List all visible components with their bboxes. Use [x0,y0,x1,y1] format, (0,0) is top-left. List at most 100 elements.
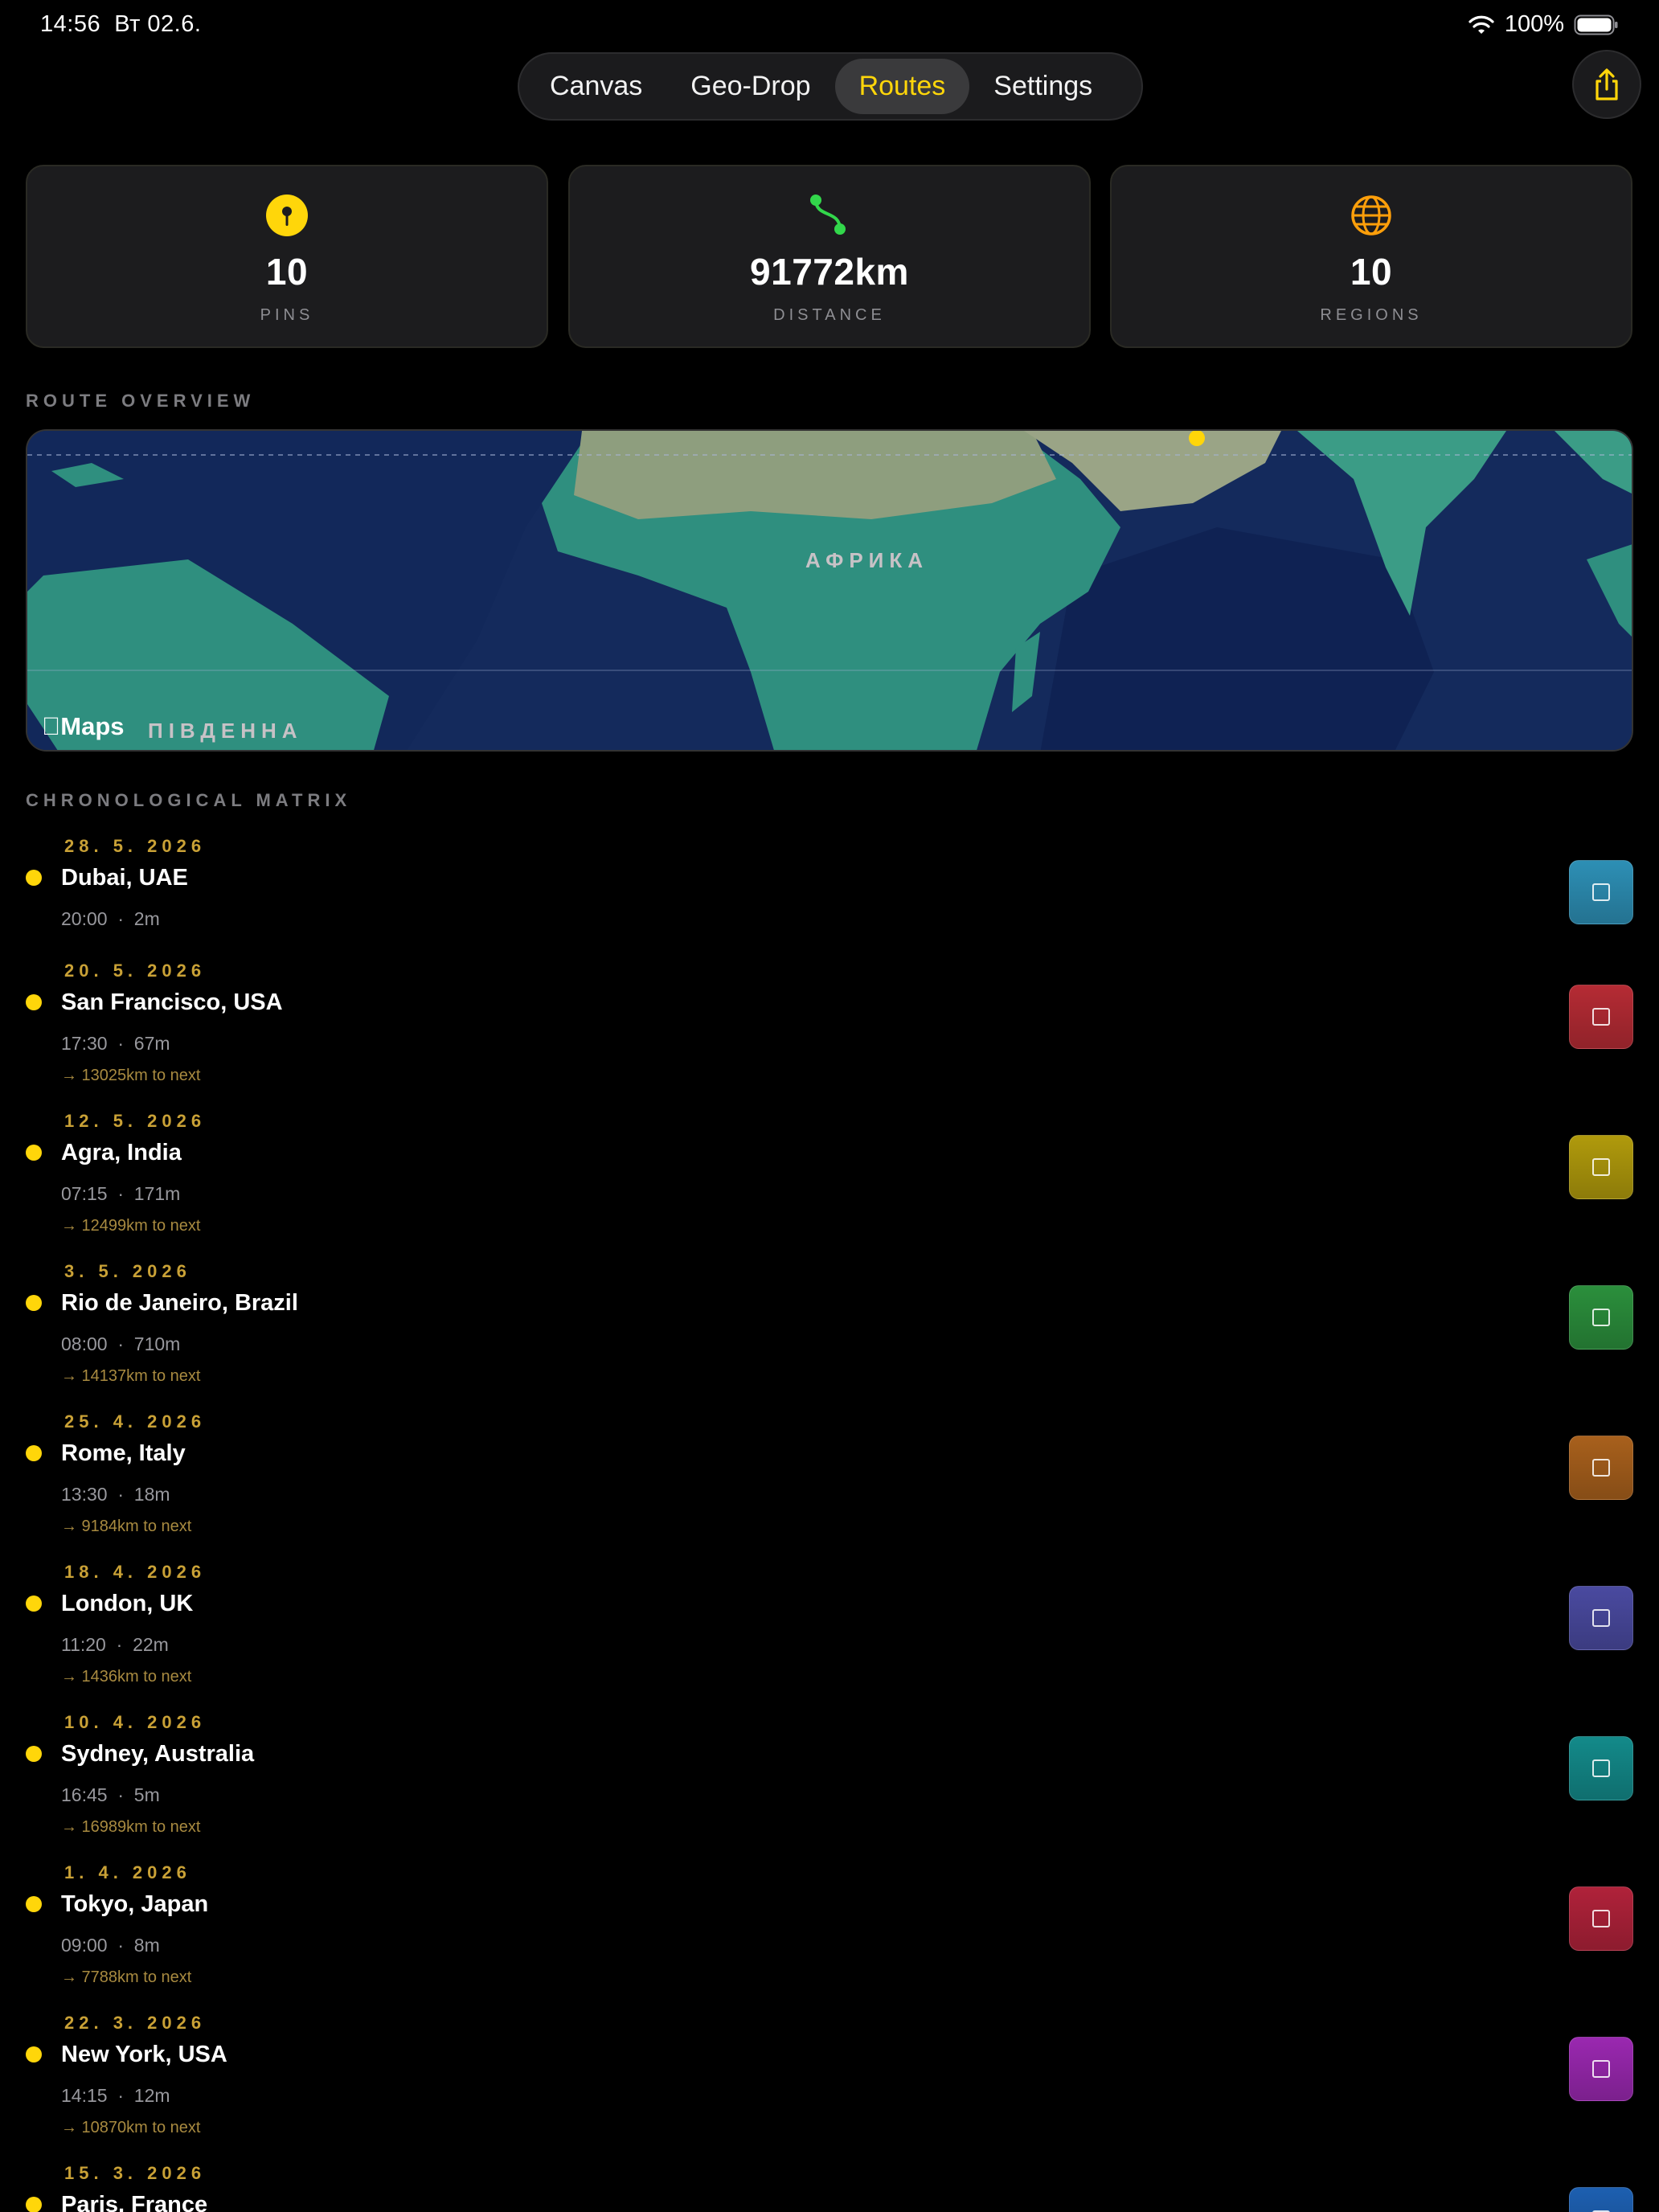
entry-distance-to-next: → 7788km to next [61,1968,192,1986]
entry-thumbnail[interactable] [1569,1285,1633,1350]
timeline-dot [26,1896,42,1912]
entry-time-duration: 13:30 · 18m [61,1484,170,1505]
map-canvas [27,431,1632,750]
battery-icon [1574,14,1618,35]
tab-routes[interactable]: Routes [834,59,970,114]
entry-city: Dubai, UAE [61,865,188,891]
tab-canvas[interactable]: Canvas [526,59,666,114]
entry-time-duration: 09:00 · 8m [61,1935,160,1956]
stat-label-distance: DISTANCE [773,306,886,324]
entry-city: Agra, India [61,1140,182,1165]
entry-city: San Francisco, USA [61,989,283,1015]
pin-icon [266,195,308,236]
stat-value-regions: 10 [1350,251,1393,293]
entry-date: 20. 5. 2026 [64,961,207,981]
timeline-dot [26,1596,42,1612]
entry-thumbnail[interactable] [1569,1586,1633,1650]
timeline-dot [26,2197,42,2212]
landmark-icon [1592,1759,1610,1777]
landmark-icon [1592,1910,1610,1927]
entry-distance-to-next: → 13025km to next [61,1067,201,1084]
status-date: Вт 02.6. [114,11,202,37]
timeline-dot [26,1746,42,1762]
share-icon [1596,68,1618,100]
landmark-icon [1592,1309,1610,1326]
timeline-dot [26,1445,42,1461]
entry-time-duration: 11:20 · 22m [61,1634,169,1655]
map-label-south-america: ПІВДЕННА [148,719,303,743]
entry-city: New York, USA [61,2042,227,2067]
status-right: 100% [1468,11,1619,38]
entry-thumbnail[interactable] [1569,1436,1633,1500]
entry-thumbnail[interactable] [1569,985,1633,1049]
entry-city: Paris, France [61,2192,208,2212]
tab-geo-drop[interactable]: Geo-Drop [666,59,834,114]
entry-thumbnail[interactable] [1569,1135,1633,1199]
timeline-dot [26,2046,42,2062]
entry-date: 3. 5. 2026 [64,1261,191,1281]
landmark-icon [1592,2060,1610,2078]
entry-date: 28. 5. 2026 [64,836,207,856]
entry-date: 10. 4. 2026 [64,1712,207,1732]
entry-thumbnail[interactable] [1569,1736,1633,1800]
timeline-dot [26,994,42,1010]
globe-icon [1351,195,1391,236]
route-map[interactable]: АФРИКА ПІВДЕННА Maps [26,429,1633,752]
landmark-icon [1592,883,1610,901]
timeline-dot [26,1145,42,1161]
timeline-dot [26,870,42,886]
entry-distance-to-next: → 16989km to next [61,1818,201,1836]
route-icon [810,195,846,235]
entry-city: Rio de Janeiro, Brazil [61,1290,298,1316]
status-bar: 14:56 Вт 02.6. 100% [0,0,1659,51]
landmark-icon [1592,1008,1610,1026]
apple-logo-icon:  [42,712,60,740]
entry-time-duration: 14:15 · 12m [61,2085,170,2106]
entry-date: 18. 4. 2026 [64,1562,207,1582]
stat-value-pins: 10 [265,251,309,293]
entry-date: 22. 3. 2026 [64,2013,207,2033]
chronological-matrix-heading: CHRONOLOGICAL MATRIX [26,790,352,810]
entry-date: 15. 3. 2026 [64,2163,207,2183]
entry-thumbnail[interactable] [1569,1886,1633,1951]
entry-thumbnail[interactable] [1569,2187,1633,2212]
landmark-icon [1592,1459,1610,1477]
stat-value-distance: 91772km [750,251,909,293]
entry-distance-to-next: → 10870km to next [61,2119,201,2136]
segmented-tab-bar: Canvas Geo-Drop Routes Settings [518,52,1143,121]
tab-settings[interactable]: Settings [969,59,1116,114]
entry-distance-to-next: → 1436km to next [61,1668,192,1686]
stat-label-pins: PINS [260,306,314,324]
entry-time-duration: 16:45 · 5m [61,1784,160,1805]
entry-city: Tokyo, Japan [61,1891,209,1917]
entry-city: Sydney, Australia [61,1741,255,1767]
entry-thumbnail[interactable] [1569,860,1633,924]
landmark-icon [1592,1609,1610,1627]
battery-percent: 100% [1504,11,1564,37]
entry-time-duration: 20:00 · 2m [61,908,160,929]
entry-thumbnail[interactable] [1569,2037,1633,2101]
status-time-date: 14:56 Вт 02.6. [40,11,201,38]
entry-distance-to-next: → 9184km to next [61,1518,192,1535]
map-label-africa: АФРИКА [805,548,928,572]
stat-card-pins: 10 PINS [26,165,548,348]
status-time: 14:56 [40,11,101,37]
stat-card-distance: 91772km DISTANCE [568,165,1091,348]
share-button[interactable] [1572,50,1641,119]
entry-distance-to-next: → 12499km to next [61,1217,201,1235]
route-overview-heading: ROUTE OVERVIEW [26,391,256,411]
entry-city: Rome, Italy [61,1440,186,1466]
timeline-dot [26,1295,42,1311]
entry-date: 12. 5. 2026 [64,1111,207,1131]
wifi-icon [1469,15,1494,34]
stat-label-regions: REGIONS [1320,306,1423,324]
apple-maps-logo: Maps [42,712,125,741]
entry-time-duration: 17:30 · 67m [61,1033,170,1054]
entry-time-duration: 08:00 · 710m [61,1333,181,1354]
entry-date: 25. 4. 2026 [64,1411,207,1432]
entry-distance-to-next: → 14137km to next [61,1367,201,1385]
entry-city: London, UK [61,1591,194,1616]
stat-card-regions: 10 REGIONS [1110,165,1632,348]
maps-label: Maps [42,712,124,740]
entry-time-duration: 07:15 · 171m [61,1183,181,1204]
